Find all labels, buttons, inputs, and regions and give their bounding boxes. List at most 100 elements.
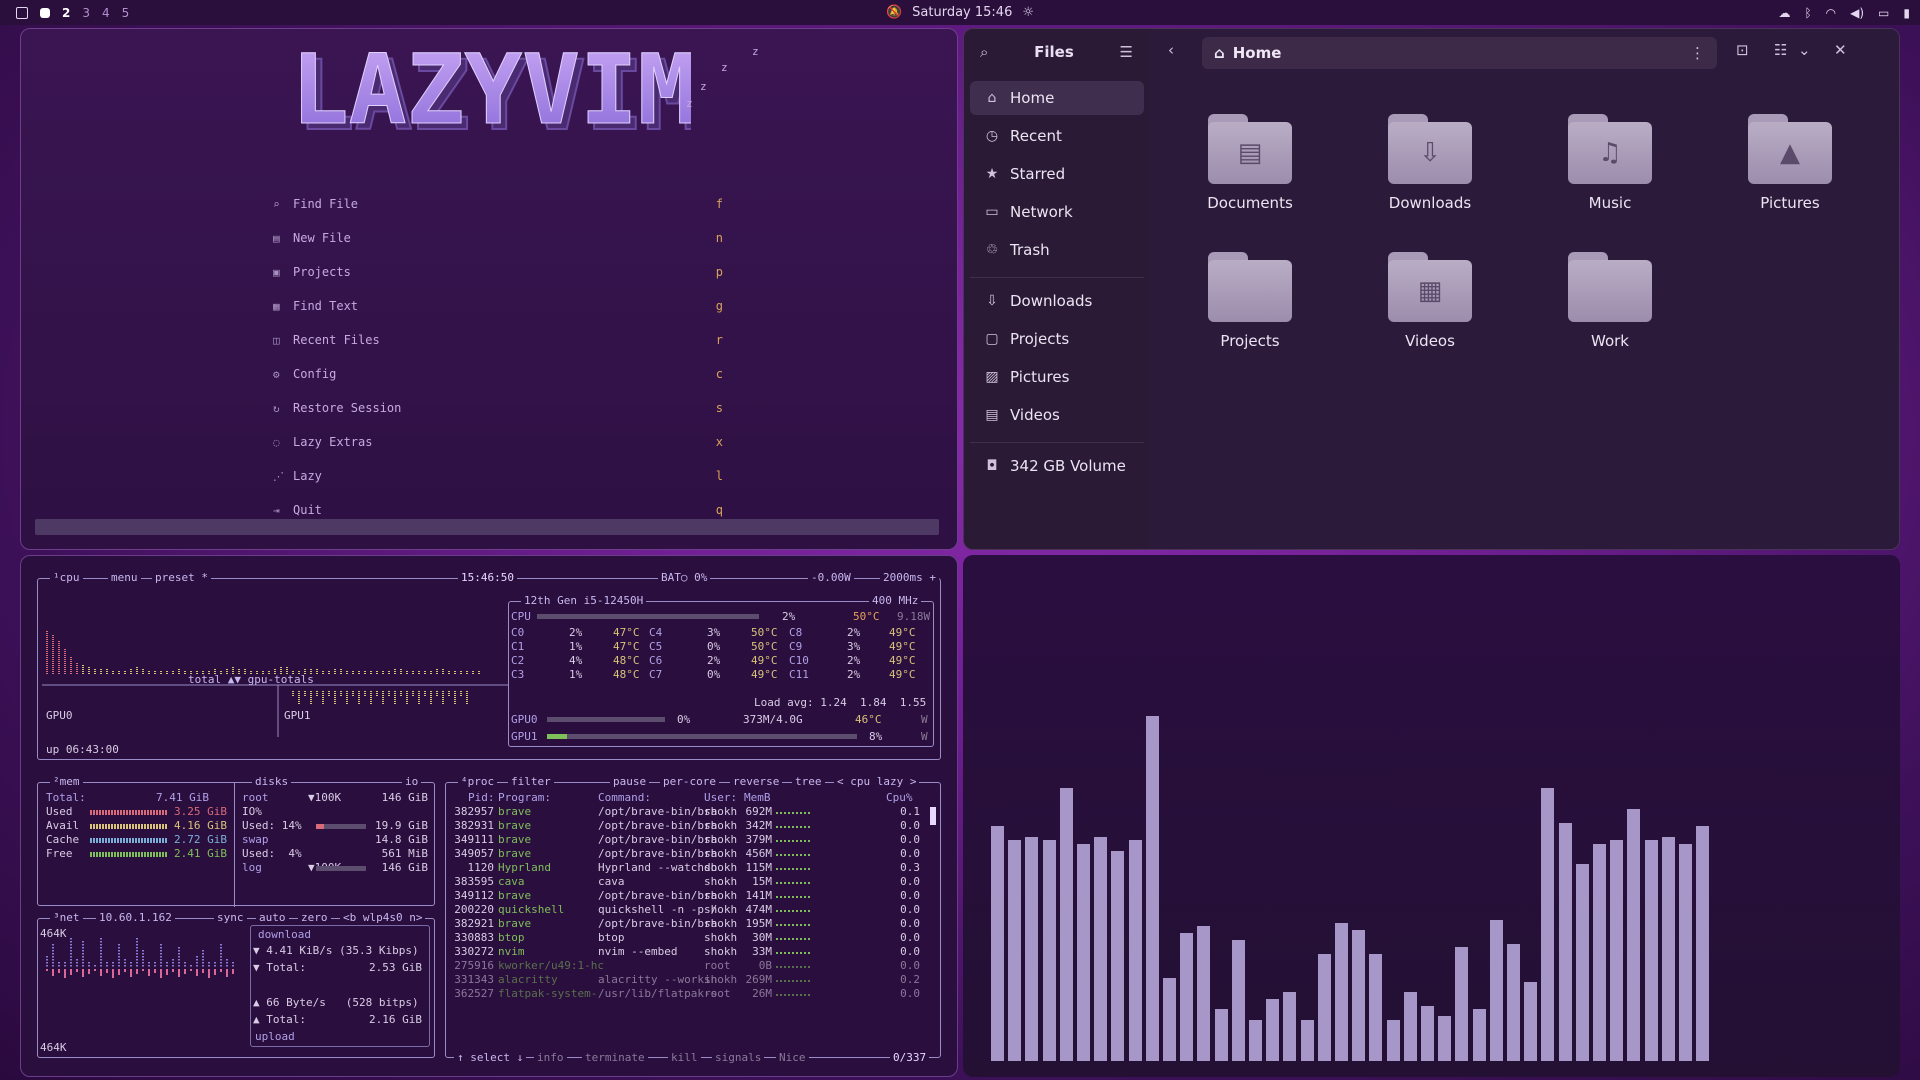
sidebar-item-projects[interactable]: ▢ Projects: [970, 322, 1144, 356]
workspace-3[interactable]: 3: [82, 6, 90, 20]
table-row[interactable]: 382931 brave/opt/brave-bin/bra shokh 342M 0.…: [446, 819, 936, 833]
path-bar[interactable]: ⌂ Home ⋮: [1202, 37, 1717, 69]
filter-button[interactable]: filter: [508, 775, 554, 788]
update-rate[interactable]: 2000ms +: [880, 571, 939, 584]
preset-button[interactable]: preset *: [152, 571, 211, 584]
proc-header-program[interactable]: Program:: [498, 791, 551, 804]
search-icon[interactable]: ⌕: [980, 43, 988, 61]
dashboard-find-text[interactable]: ▦ Find Text g: [273, 299, 723, 313]
lazyvim-dashboard-window[interactable]: LAZYVIM LAZYVIM z z z z ⌕ Find File f ▤ …: [20, 28, 958, 550]
bluetooth-icon[interactable]: ᛒ: [1804, 6, 1811, 20]
proc-header-pid[interactable]: Pid:: [468, 791, 495, 804]
menu-button[interactable]: menu: [108, 571, 141, 584]
table-row[interactable]: 330883 btop btop shokh 30M 0.0: [446, 931, 936, 945]
folder-pictures[interactable]: ▲ Pictures: [1715, 114, 1865, 212]
table-row[interactable]: 349057 brave/opt/brave-bin/bra shokh 456M 0.…: [446, 847, 936, 861]
workspace-4[interactable]: 4: [102, 6, 110, 20]
cloud-icon[interactable]: ☁: [1778, 6, 1790, 20]
table-row[interactable]: 383595 cava cava shokh 15M 0.0: [446, 875, 936, 889]
battery-icon[interactable]: ▮: [1903, 6, 1910, 20]
table-row[interactable]: 275916 kworker/u49:1-hc root 0B 0.0: [446, 959, 936, 973]
hamburger-menu-icon[interactable]: ☰: [1120, 43, 1133, 61]
files-window[interactable]: ⌕ Files ☰ ⌂ Home ◷ Recent ★ Starred ▭ Ne…: [963, 28, 1900, 550]
sidebar-item-network[interactable]: ▭ Network: [970, 195, 1144, 229]
table-row[interactable]: 382921 brave/opt/brave-bin/bra shokh 195M 0.…: [446, 917, 936, 931]
signals-button[interactable]: signals: [712, 1051, 765, 1064]
dashboard-quit[interactable]: ⇥ Quit q: [273, 503, 723, 517]
sidebar-item-home[interactable]: ⌂ Home: [970, 81, 1144, 115]
table-row[interactable]: 362527 flatpak-system-/usr/lib/flatpak-s r…: [446, 987, 936, 1001]
disks-box-title[interactable]: disks: [252, 775, 292, 788]
nice-button[interactable]: Nice: [776, 1051, 809, 1064]
folder-work[interactable]: Work: [1535, 252, 1685, 350]
pause-button[interactable]: pause: [610, 775, 650, 788]
workspace-2[interactable]: 2: [62, 6, 70, 20]
dashboard-restore-session[interactable]: ↻ Restore Session s: [273, 401, 723, 415]
folder-music[interactable]: ♫ Music: [1535, 114, 1685, 212]
table-row[interactable]: 349111 brave/opt/brave-bin/bra shokh 379M 0.…: [446, 833, 936, 847]
dashboard-recent-files[interactable]: ◫ Recent Files r: [273, 333, 723, 347]
sidebar-item-downloads[interactable]: ⇩ Downloads: [970, 284, 1144, 318]
net-box-title[interactable]: ³net: [50, 911, 83, 924]
proc-header-command[interactable]: Command:: [598, 791, 651, 804]
per-core-toggle[interactable]: per-core: [660, 775, 719, 788]
workspace-1-indicator-icon[interactable]: [40, 7, 50, 18]
list-view-icon[interactable]: ☷: [1774, 41, 1787, 59]
wifi-icon[interactable]: ◠: [1826, 6, 1836, 20]
proc-scrollbar-thumb[interactable]: [930, 807, 936, 825]
proc-box-title[interactable]: ⁴proc: [458, 775, 498, 788]
dashboard-config[interactable]: ⚙ Config c: [273, 367, 723, 381]
proc-header-memb[interactable]: MemB: [744, 791, 771, 804]
brightness-icon[interactable]: ☼: [1022, 5, 1034, 20]
io-toggle[interactable]: io: [402, 775, 422, 788]
mem-box-title[interactable]: ²mem: [50, 775, 83, 788]
folder-documents[interactable]: ▤ Documents: [1175, 114, 1325, 212]
select-control[interactable]: ↑ select ↓: [454, 1051, 527, 1064]
proc-header-user[interactable]: User:: [704, 791, 737, 804]
close-icon[interactable]: ✕: [1834, 41, 1847, 59]
table-row[interactable]: 331343 alacritty alacritty --workin shokh 26…: [446, 973, 936, 987]
dashboard-lazy[interactable]: ⋰ Lazy l: [273, 469, 723, 483]
auto-toggle[interactable]: auto: [256, 911, 289, 924]
table-row[interactable]: 200220 quickshell quickshell -n -p / shokh 4…: [446, 903, 936, 917]
new-folder-icon[interactable]: ⊡: [1736, 41, 1749, 59]
dashboard-projects[interactable]: ▣ Projects p: [273, 265, 723, 279]
path-menu-icon[interactable]: ⋮: [1690, 44, 1705, 62]
btop-terminal-window[interactable]: ¹cpu menu preset * 15:46:50 BAT○ 0% -0.0…: [20, 555, 958, 1077]
table-row[interactable]: 330272 nvim nvim --embed shokh 33M 0.0: [446, 945, 936, 959]
display-icon[interactable]: ▭: [1878, 6, 1889, 20]
folder-downloads[interactable]: ⇩ Downloads: [1355, 114, 1505, 212]
sidebar-item-videos[interactable]: ▤ Videos: [970, 398, 1144, 432]
volume-icon[interactable]: ◀): [1850, 6, 1864, 20]
notification-bell-icon[interactable]: 🔕: [886, 5, 902, 20]
sidebar-item-starred[interactable]: ★ Starred: [970, 157, 1144, 191]
dashboard-new-file[interactable]: ▤ New File n: [273, 231, 723, 245]
view-options-chevron-icon[interactable]: ⌄: [1798, 41, 1811, 59]
workspace-5[interactable]: 5: [122, 6, 130, 20]
sidebar-item-pictures[interactable]: ▨ Pictures: [970, 360, 1144, 394]
dashboard-find-file[interactable]: ⌕ Find File f: [273, 197, 723, 211]
cava-visualizer-window[interactable]: [963, 555, 1900, 1077]
proc-header-cpu[interactable]: Cpu%: [886, 791, 913, 804]
launcher-icon[interactable]: [16, 6, 28, 19]
cpu-box-title[interactable]: ¹cpu: [50, 571, 83, 584]
sync-toggle[interactable]: sync: [214, 911, 247, 924]
sidebar-item-recent[interactable]: ◷ Recent: [970, 119, 1144, 153]
folder-videos[interactable]: ▦ Videos: [1355, 252, 1505, 350]
kill-button[interactable]: kill: [668, 1051, 701, 1064]
back-arrow-icon[interactable]: ‹: [1168, 41, 1174, 59]
sidebar-item-trash[interactable]: ♲ Trash: [970, 233, 1144, 267]
dashboard-lazy-extras[interactable]: ◌ Lazy Extras x: [273, 435, 723, 449]
info-button[interactable]: info: [534, 1051, 567, 1064]
sort-selector[interactable]: < cpu lazy >: [834, 775, 920, 788]
table-row[interactable]: 1120 Hyprland Hyprland --watchdo shokh 115M 0…: [446, 861, 936, 875]
table-row[interactable]: 382957 brave/opt/brave-bin/bra shokh 692M 0.…: [446, 805, 936, 819]
zero-toggle[interactable]: zero: [298, 911, 331, 924]
interface-selector[interactable]: <b wlp4s0 n>: [340, 911, 426, 924]
clock[interactable]: Saturday 15:46: [912, 5, 1012, 20]
terminate-button[interactable]: terminate: [582, 1051, 648, 1064]
reverse-toggle[interactable]: reverse: [730, 775, 783, 788]
tree-toggle[interactable]: tree: [792, 775, 825, 788]
table-row[interactable]: 349112 brave/opt/brave-bin/bra shokh 141M 0.…: [446, 889, 936, 903]
sidebar-item-volume[interactable]: ◘ 342 GB Volume: [970, 449, 1144, 483]
